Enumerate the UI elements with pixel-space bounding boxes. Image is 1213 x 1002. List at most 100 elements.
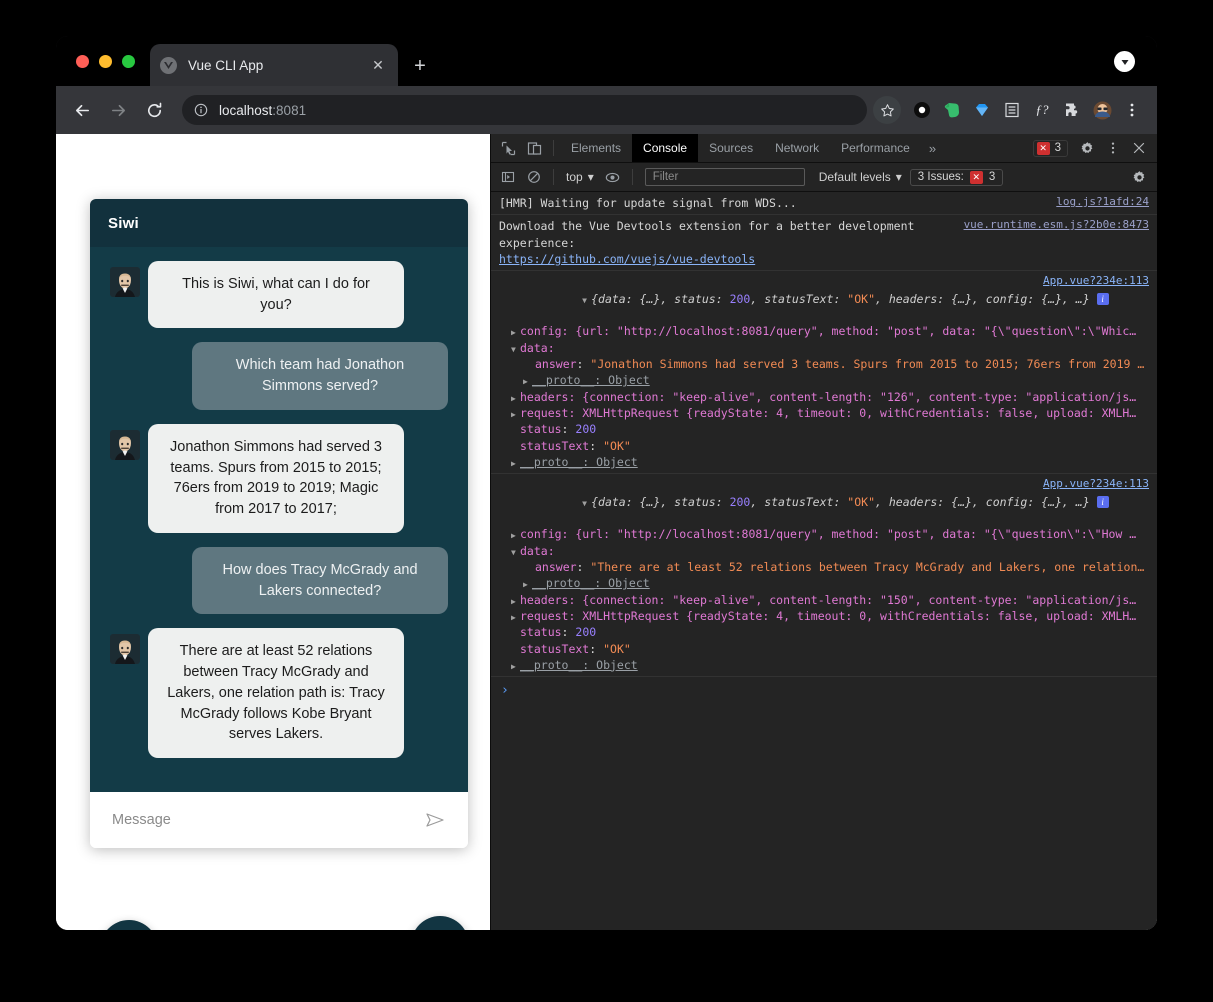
console-entry[interactable]: [HMR] Waiting for update signal from WDS… [491,192,1157,216]
reload-icon[interactable] [138,94,170,126]
tab-sources[interactable]: Sources [698,134,764,162]
devtools-tab-bar-right: ✕ 3 [1032,135,1157,161]
expand-triangle-icon[interactable]: ▶ [511,327,520,338]
console-filter-box[interactable] [644,168,805,186]
proto-line[interactable]: ▶ __proto__: Object [499,657,1149,673]
tab-network[interactable]: Network [764,134,830,162]
proto-line[interactable]: ▶ __proto__: Object [499,575,1149,591]
more-tabs-button[interactable]: » [921,141,944,156]
close-chat-fab-button[interactable] [411,916,469,930]
microphone-fab-button[interactable] [100,920,158,930]
tab-elements[interactable]: Elements [560,134,632,162]
console-settings-gear-icon[interactable] [1126,164,1152,190]
expand-triangle-icon[interactable]: ▼ [511,547,520,558]
evernote-icon[interactable] [937,95,967,125]
close-devtools-icon[interactable] [1126,135,1152,161]
log-levels-selector[interactable]: Default levels ▾ [811,170,910,184]
console-prompt[interactable]: › [491,677,1157,704]
expand-triangle-icon[interactable]: ▶ [511,458,520,469]
request-line[interactable]: ▶ request: XMLHttpRequest {readyState: 4,… [499,608,1149,624]
download-indicator-icon[interactable] [1114,51,1135,72]
browser-tab[interactable]: Vue CLI App ✕ [150,44,398,86]
tab-console[interactable]: Console [632,134,699,162]
status-text-key: statusText [520,438,590,453]
console-source-link[interactable]: log.js?1afd:24 [1056,195,1149,208]
config-line[interactable]: ▶ config: {url: "http://localhost:8081/qu… [499,526,1149,542]
send-paper-plane-icon[interactable] [422,807,448,833]
proto-line[interactable]: ▶ __proto__: Object [499,372,1149,388]
console-source-link[interactable]: App.vue?234e:113 [1043,274,1149,287]
close-tab-button[interactable]: ✕ [368,55,388,75]
status-text-val: "OK" [603,438,631,453]
new-tab-button[interactable]: + [408,54,432,78]
site-info-icon[interactable] [194,103,208,117]
console-source-link[interactable]: App.vue?234e:113 [1043,477,1149,490]
more-options-icon[interactable] [1100,135,1126,161]
filter-input[interactable] [650,170,799,184]
maximize-window-button[interactable] [122,55,135,68]
data-label: data: [520,340,555,355]
console-entry[interactable]: App.vue?234e:113 ▼ {data: {…}, status: 20… [491,474,1157,678]
chat-title: Siwi [108,214,139,232]
message-input[interactable] [110,811,422,829]
headers-line[interactable]: ▶ headers: {connection: "keep-alive", con… [499,389,1149,405]
proto-line[interactable]: ▶ __proto__: Object [499,454,1149,470]
expand-triangle-icon[interactable]: ▶ [523,376,532,387]
expand-triangle-icon[interactable]: ▶ [511,409,520,420]
circle-extension-icon[interactable] [907,95,937,125]
chat-message-row: Which team had Jonathon Simmons served? [110,342,448,410]
expand-triangle-icon[interactable]: ▶ [511,393,520,404]
console-entry[interactable]: Download the Vue Devtools extension for … [491,215,1157,272]
close-window-button[interactable] [76,55,89,68]
chrome-menu-icon[interactable] [1117,95,1147,125]
context-selector[interactable]: top ▾ [560,170,600,184]
error-count-badge[interactable]: ✕ 3 [1032,139,1068,157]
expand-triangle-icon[interactable]: ▼ [511,344,520,355]
expand-triangle-icon[interactable]: ▶ [511,596,520,607]
expand-triangle-icon[interactable]: ▼ [582,498,591,509]
diamond-extension-icon[interactable] [967,95,997,125]
data-line[interactable]: ▼ data: [499,543,1149,559]
chevron-down-icon: ▾ [895,170,902,184]
chat-bubble-user: Which team had Jonathon Simmons served? [192,342,448,410]
expand-triangle-icon[interactable]: ▶ [511,530,520,541]
expand-triangle-icon[interactable]: ▶ [511,661,520,672]
headers-line[interactable]: ▶ headers: {connection: "keep-alive", con… [499,592,1149,608]
inspect-element-icon[interactable] [495,135,521,161]
vue-devtools-link[interactable]: https://github.com/vuejs/vue-devtools [499,252,755,266]
function-extension-icon[interactable]: ƒ? [1027,95,1057,125]
console-source-link[interactable]: vue.runtime.esm.js?2b0e:8473 [964,218,1149,231]
issues-button[interactable]: 3 Issues: ✕ 3 [909,168,1004,186]
config-line[interactable]: ▶ config: {url: "http://localhost:8081/qu… [499,323,1149,339]
info-badge-icon[interactable]: i [1096,293,1109,306]
summary-suffix: , headers: {…}, config: {…}, …} [875,291,1090,306]
toolbar-divider [631,169,633,185]
live-expression-icon[interactable] [600,164,626,190]
data-line[interactable]: ▼ data: [499,340,1149,356]
tab-performance[interactable]: Performance [830,134,921,162]
address-bar[interactable]: localhost :8081 [182,95,867,125]
console-entry[interactable]: App.vue?234e:113 ▼ {data: {…}, status: 20… [491,271,1157,475]
expand-triangle-icon[interactable]: ▶ [523,579,532,590]
error-icon: ✕ [1036,141,1050,155]
forward-arrow-icon[interactable] [102,94,134,126]
gear-icon[interactable] [1074,135,1100,161]
console-log[interactable]: [HMR] Waiting for update signal from WDS… [491,192,1157,930]
answer-line: answer: "Jonathon Simmons had served 3 t… [535,356,1145,371]
device-toolbar-icon[interactable] [521,135,547,161]
status-text-val: "OK" [603,641,631,656]
clear-console-icon[interactable] [521,164,547,190]
puzzle-extensions-icon[interactable] [1057,95,1087,125]
profile-avatar-icon[interactable] [1087,95,1117,125]
info-badge-icon[interactable]: i [1096,496,1109,509]
back-arrow-icon[interactable] [66,94,98,126]
minimize-window-button[interactable] [99,55,112,68]
browser-window: Vue CLI App ✕ + localhost :8081 ƒ? Siwi … [56,36,1157,930]
console-sidebar-icon[interactable] [495,164,521,190]
request-line[interactable]: ▶ request: XMLHttpRequest {readyState: 4,… [499,405,1149,421]
expand-triangle-icon[interactable]: ▶ [511,612,520,623]
bookmark-star-icon[interactable] [873,96,901,124]
reader-list-icon[interactable] [997,95,1027,125]
toolbar-divider [553,140,554,156]
expand-triangle-icon[interactable]: ▼ [582,295,591,306]
